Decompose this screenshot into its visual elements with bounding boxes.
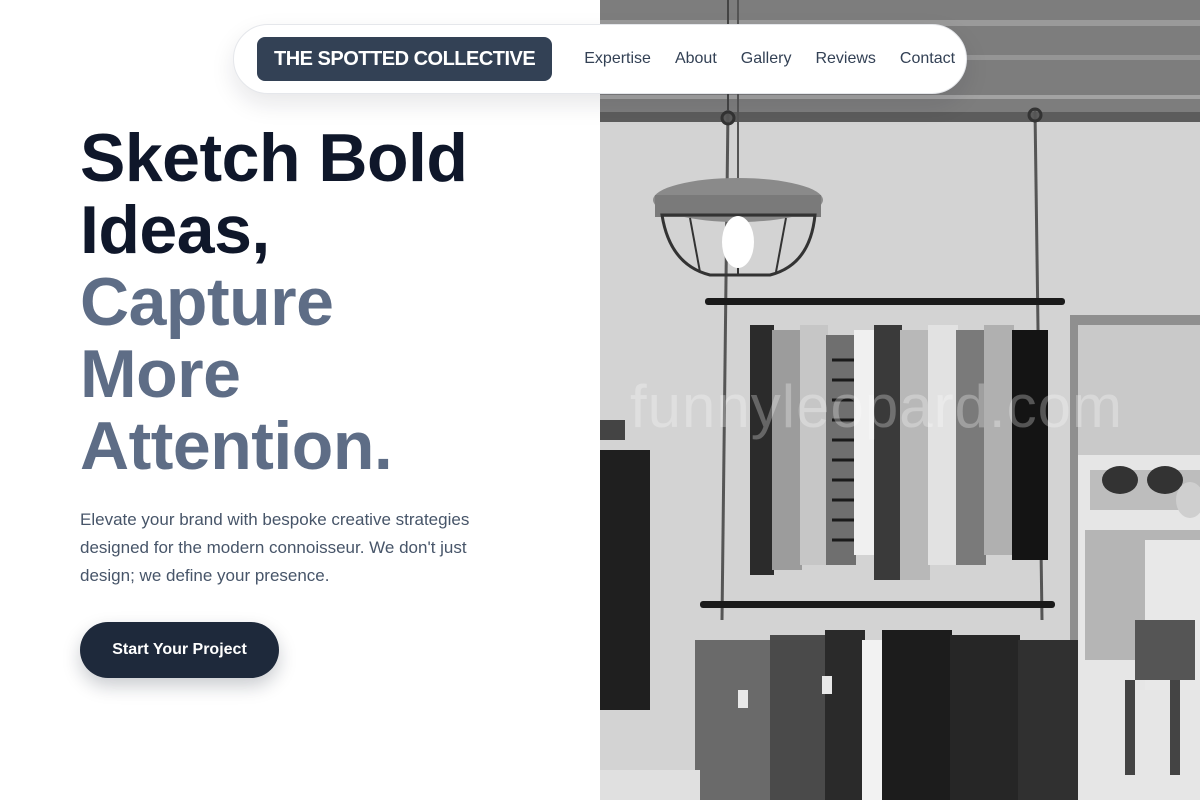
headline-line-1: Sketch Bold [80,120,468,196]
hero-headline: Sketch Bold Ideas, Capture More Attentio… [80,122,580,482]
headline-line-4: More [80,336,241,412]
nav-link-gallery[interactable]: Gallery [741,50,792,68]
headline-line-2: Ideas, [80,192,270,268]
start-project-button[interactable]: Start Your Project [80,622,279,678]
nav-link-expertise[interactable]: Expertise [584,50,651,68]
hero-subtext: Elevate your brand with bespoke creative… [80,510,470,585]
nav-link-about[interactable]: About [675,50,717,68]
top-navigation: THE SPOTTED COLLECTIVE Expertise About G… [233,24,967,94]
nav-link-reviews[interactable]: Reviews [815,50,875,68]
nav-links: Expertise About Gallery Reviews Contact [584,50,955,68]
landing-page: funnyleopard.com THE SPOTTED COLLECTIVE … [0,0,1200,800]
brand-logo[interactable]: THE SPOTTED COLLECTIVE [257,37,553,81]
nav-link-contact[interactable]: Contact [900,50,955,68]
headline-line-3: Capture [80,264,334,340]
headline-line-5: Attention. [80,408,393,484]
watermark-text: funnyleopard.com [630,373,1123,440]
